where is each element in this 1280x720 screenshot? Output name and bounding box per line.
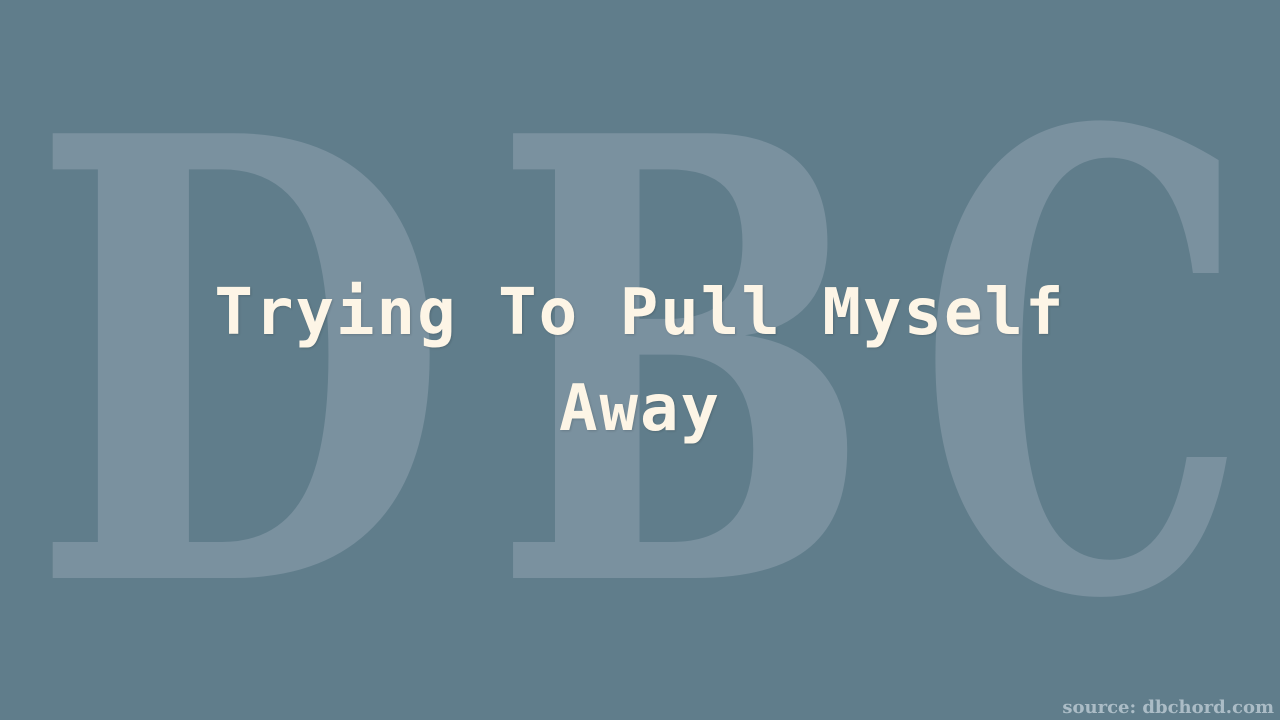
song-title-line-2: Away bbox=[558, 372, 722, 446]
source-credit: source: dbchord.com bbox=[1062, 697, 1274, 718]
song-title-line-1: Trying To Pull Myself bbox=[214, 276, 1066, 350]
song-title: Trying To Pull Myself Away bbox=[140, 265, 1140, 457]
